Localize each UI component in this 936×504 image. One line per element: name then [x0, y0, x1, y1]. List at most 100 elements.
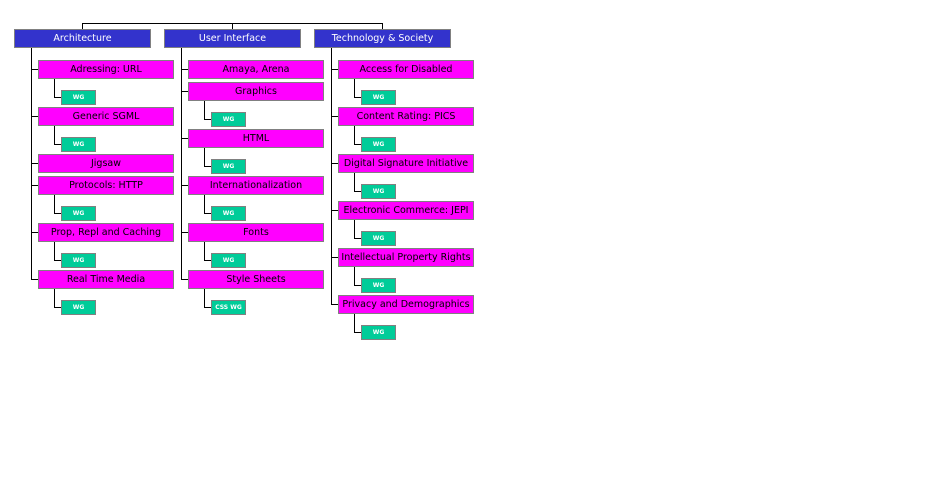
working-group-box[interactable]: WG: [61, 90, 96, 105]
working-group-box-label: WG: [72, 94, 85, 101]
topic-box[interactable]: Prop, Repl and Caching: [38, 223, 174, 242]
topic-box[interactable]: HTML: [188, 129, 324, 148]
working-group-box[interactable]: CSS WG: [211, 300, 246, 315]
working-group-box[interactable]: WG: [211, 112, 246, 127]
topic-box[interactable]: Fonts: [188, 223, 324, 242]
working-group-box[interactable]: WG: [361, 325, 396, 340]
working-group-box-label: WG: [72, 257, 85, 264]
working-group-box[interactable]: WG: [211, 206, 246, 221]
working-group-box[interactable]: WG: [361, 137, 396, 152]
group-branch-connector: [204, 307, 211, 308]
working-group-box-label: WG: [222, 163, 235, 170]
topic-branch-connector: [31, 69, 38, 70]
topic-branch-connector: [331, 116, 338, 117]
topic-box[interactable]: Electronic Commerce: JEPI: [338, 201, 474, 220]
group-drop-connector: [54, 242, 55, 260]
topic-box[interactable]: Privacy and Demographics: [338, 295, 474, 314]
group-branch-connector: [204, 166, 211, 167]
working-group-box-label: WG: [372, 188, 385, 195]
group-branch-connector: [354, 332, 361, 333]
working-group-box-label: WG: [372, 282, 385, 289]
topic-box[interactable]: Graphics: [188, 82, 324, 101]
working-group-box-label: WG: [222, 210, 235, 217]
topic-box[interactable]: Adressing: URL: [38, 60, 174, 79]
group-branch-connector: [54, 97, 61, 98]
working-group-box[interactable]: WG: [61, 300, 96, 315]
group-drop-connector: [204, 101, 205, 119]
group-drop-connector: [204, 148, 205, 166]
category-box-label: User Interface: [198, 33, 267, 44]
topic-branch-connector: [331, 210, 338, 211]
group-drop-connector: [354, 220, 355, 238]
group-branch-connector: [54, 144, 61, 145]
topic-box[interactable]: Style Sheets: [188, 270, 324, 289]
working-group-box-label: WG: [372, 94, 385, 101]
group-branch-connector: [354, 191, 361, 192]
topic-branch-connector: [181, 91, 188, 92]
topic-box-label: Protocols: HTTP: [69, 180, 143, 191]
topic-branch-connector: [331, 163, 338, 164]
topic-box[interactable]: Internationalization: [188, 176, 324, 195]
org-chart: Architecture Adressing: URL WG Generic SGML…: [0, 0, 936, 504]
topic-box-label: Jigsaw: [90, 158, 121, 169]
topic-box[interactable]: Intellectual Property Rights: [338, 248, 474, 267]
topic-box[interactable]: Content Rating: PICS: [338, 107, 474, 126]
topic-box[interactable]: Digital Signature Initiative: [338, 154, 474, 173]
group-drop-connector: [54, 79, 55, 97]
topic-box-label: Real Time Media: [66, 274, 146, 285]
category-box-label: Architecture: [53, 33, 112, 44]
topic-box-label: Generic SGML: [72, 111, 140, 122]
working-group-box-label: WG: [72, 210, 85, 217]
topic-branch-connector: [31, 185, 38, 186]
category-spine-connector: [331, 48, 332, 305]
topic-branch-connector: [31, 116, 38, 117]
topic-branch-connector: [31, 163, 38, 164]
topic-box-label: HTML: [242, 133, 270, 144]
working-group-box-label: WG: [372, 329, 385, 336]
topic-box[interactable]: Amaya, Arena: [188, 60, 324, 79]
topic-branch-connector: [181, 69, 188, 70]
category-box[interactable]: Architecture: [14, 29, 151, 48]
topic-box[interactable]: Real Time Media: [38, 270, 174, 289]
working-group-box[interactable]: WG: [61, 206, 96, 221]
topic-box-label: Electronic Commerce: JEPI: [343, 205, 469, 216]
topic-box-label: Adressing: URL: [70, 64, 142, 75]
group-branch-connector: [204, 119, 211, 120]
working-group-box[interactable]: WG: [61, 253, 96, 268]
topic-box[interactable]: Access for Disabled: [338, 60, 474, 79]
topic-branch-connector: [181, 185, 188, 186]
group-branch-connector: [354, 97, 361, 98]
topic-branch-connector: [181, 279, 188, 280]
working-group-box[interactable]: WG: [211, 253, 246, 268]
topic-box[interactable]: Jigsaw: [38, 154, 174, 173]
topic-box-label: Internationalization: [209, 180, 303, 191]
working-group-box[interactable]: WG: [361, 90, 396, 105]
topic-box-label: Prop, Repl and Caching: [50, 227, 162, 238]
working-group-box[interactable]: WG: [361, 184, 396, 199]
topic-box-label: Digital Signature Initiative: [343, 158, 469, 169]
topic-box-label: Amaya, Arena: [222, 64, 290, 75]
working-group-box-label: WG: [72, 304, 85, 311]
topic-branch-connector: [331, 257, 338, 258]
working-group-box-label: WG: [372, 141, 385, 148]
group-drop-connector: [54, 289, 55, 307]
group-drop-connector: [354, 314, 355, 332]
working-group-box[interactable]: WG: [361, 278, 396, 293]
group-drop-connector: [354, 173, 355, 191]
group-drop-connector: [54, 195, 55, 213]
working-group-box-label: WG: [222, 257, 235, 264]
group-branch-connector: [54, 213, 61, 214]
category-box[interactable]: User Interface: [164, 29, 301, 48]
working-group-box[interactable]: WG: [61, 137, 96, 152]
group-drop-connector: [354, 126, 355, 144]
topic-branch-connector: [181, 138, 188, 139]
working-group-box[interactable]: WG: [211, 159, 246, 174]
group-drop-connector: [204, 289, 205, 307]
topic-branch-connector: [331, 69, 338, 70]
group-branch-connector: [204, 260, 211, 261]
group-branch-connector: [54, 260, 61, 261]
working-group-box[interactable]: WG: [361, 231, 396, 246]
topic-box[interactable]: Protocols: HTTP: [38, 176, 174, 195]
topic-box[interactable]: Generic SGML: [38, 107, 174, 126]
category-box[interactable]: Technology & Society: [314, 29, 451, 48]
